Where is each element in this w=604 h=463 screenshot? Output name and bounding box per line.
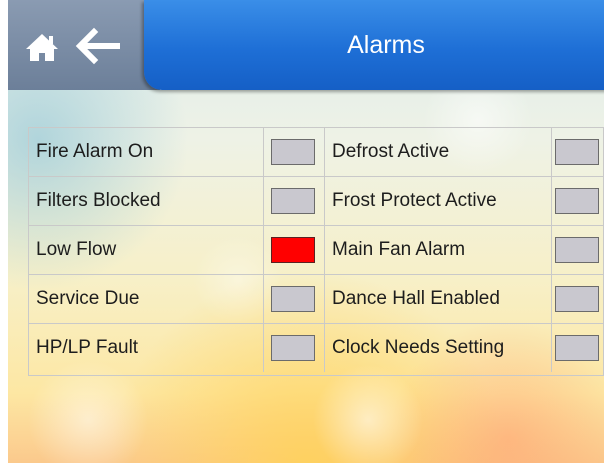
alarm-label-clock-needs-setting: Clock Needs Setting [332,337,505,358]
arrow-left-icon [75,27,120,65]
home-button[interactable] [22,26,62,66]
home-icon [26,34,58,61]
alarm-row: Low Flow Main Fan Alarm [29,226,603,275]
alarm-indicator-service-due [271,286,315,312]
alarm-row: Service Due Dance Hall Enabled [29,275,603,324]
alarm-row: Filters Blocked Frost Protect Active [29,177,603,226]
alarm-row: HP/LP Fault Clock Needs Setting [29,324,603,373]
alarm-indicator-clock-needs-setting [555,335,599,361]
alarm-indicator-fire-alarm-on [271,139,315,165]
alarm-indicator-frost-protect-active [555,188,599,214]
alarm-label-defrost-active: Defrost Active [332,141,450,162]
alarm-label-dance-hall-enabled: Dance Hall Enabled [332,288,500,309]
alarm-table: Fire Alarm On Defrost Active Filters Blo… [28,127,604,376]
alarm-label-service-due: Service Due [36,288,140,309]
alarm-indicator-dance-hall-enabled [555,286,599,312]
alarm-indicator-low-flow [271,237,315,263]
page-title: Alarms [347,31,425,59]
alarm-label-filters-blocked: Filters Blocked [36,190,161,211]
alarm-label-frost-protect-active: Frost Protect Active [332,190,497,211]
alarm-indicator-hp-lp-fault [271,335,315,361]
alarm-indicator-filters-blocked [271,188,315,214]
alarm-label-main-fan-alarm: Main Fan Alarm [332,239,466,260]
alarm-row: Fire Alarm On Defrost Active [29,128,603,177]
alarm-label-low-flow: Low Flow [36,239,117,260]
alarms-screen: Alarms Fire Alarm On Defrost Active Filt… [8,0,604,463]
back-button[interactable] [72,26,124,66]
alarm-label-hp-lp-fault: HP/LP Fault [36,337,139,358]
alarm-indicator-main-fan-alarm [555,237,599,263]
alarm-label-fire-alarm-on: Fire Alarm On [36,141,154,162]
alarm-indicator-defrost-active [555,139,599,165]
